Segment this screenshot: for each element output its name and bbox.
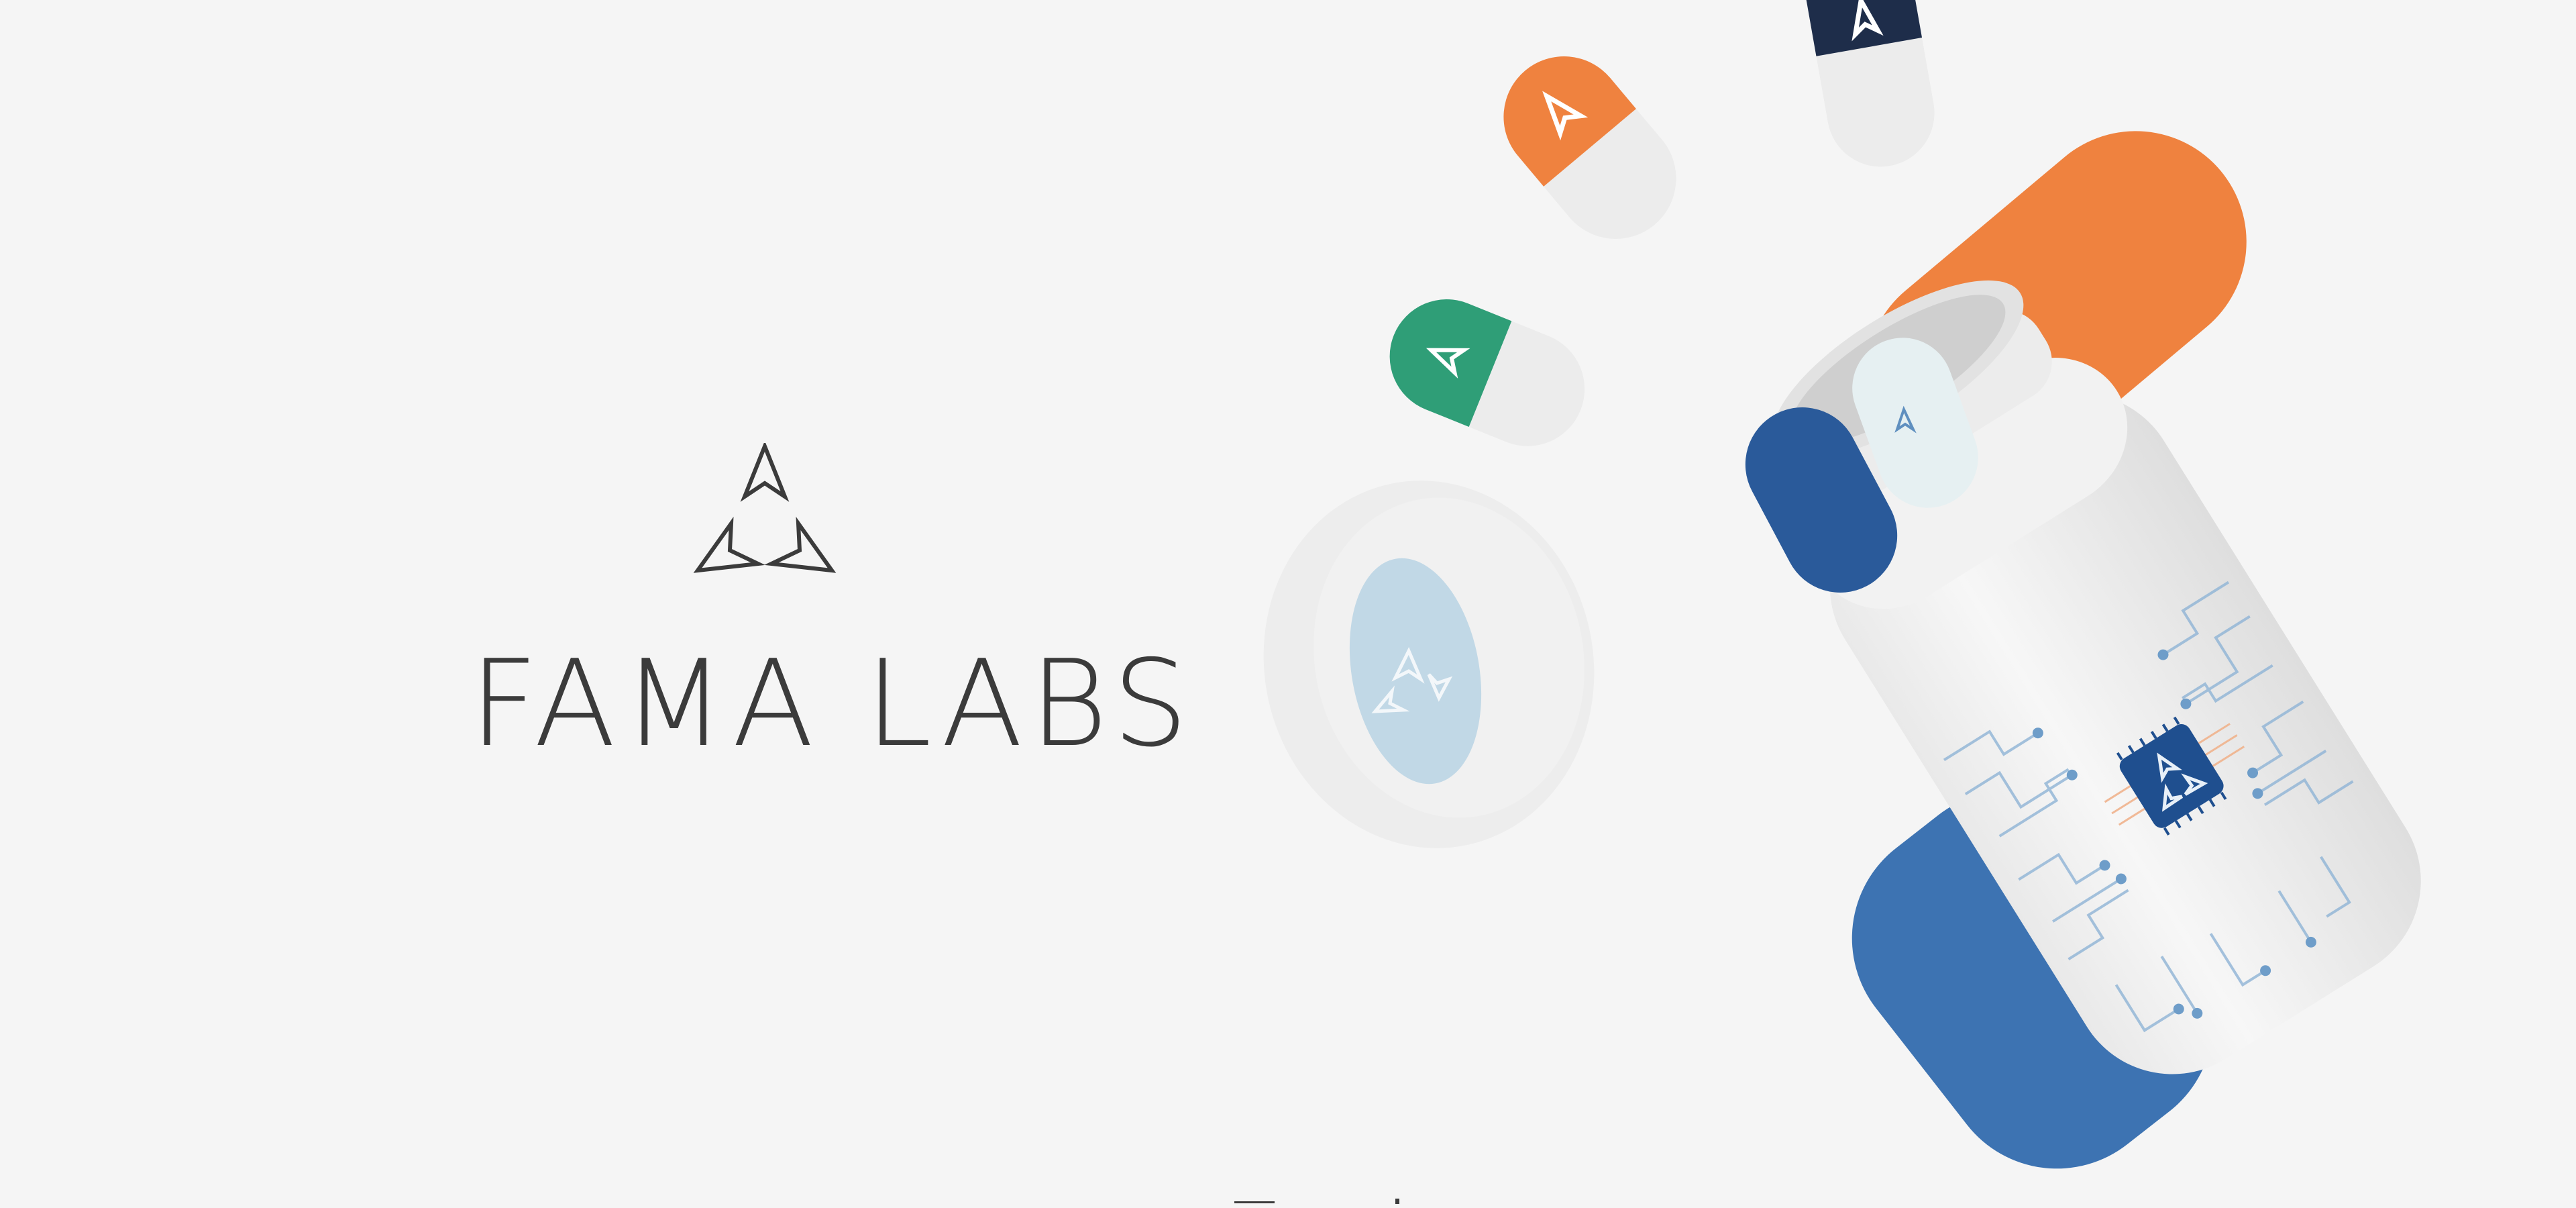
bottle-lid (1263, 481, 1595, 848)
brand-lockup: FAMA LABS (470, 443, 1195, 773)
capsule-orange (1503, 56, 1676, 239)
triangle-arrows-logo-icon (693, 443, 837, 573)
capsule-navy (1799, 0, 1935, 167)
brand-name: FAMA LABS (470, 634, 1195, 773)
landing-hero: FAMA LABS (0, 0, 2576, 1208)
capsule-green (1389, 299, 1585, 446)
product-illustration (1263, 0, 2421, 1169)
bottom-edge-mark (1234, 1199, 1399, 1204)
